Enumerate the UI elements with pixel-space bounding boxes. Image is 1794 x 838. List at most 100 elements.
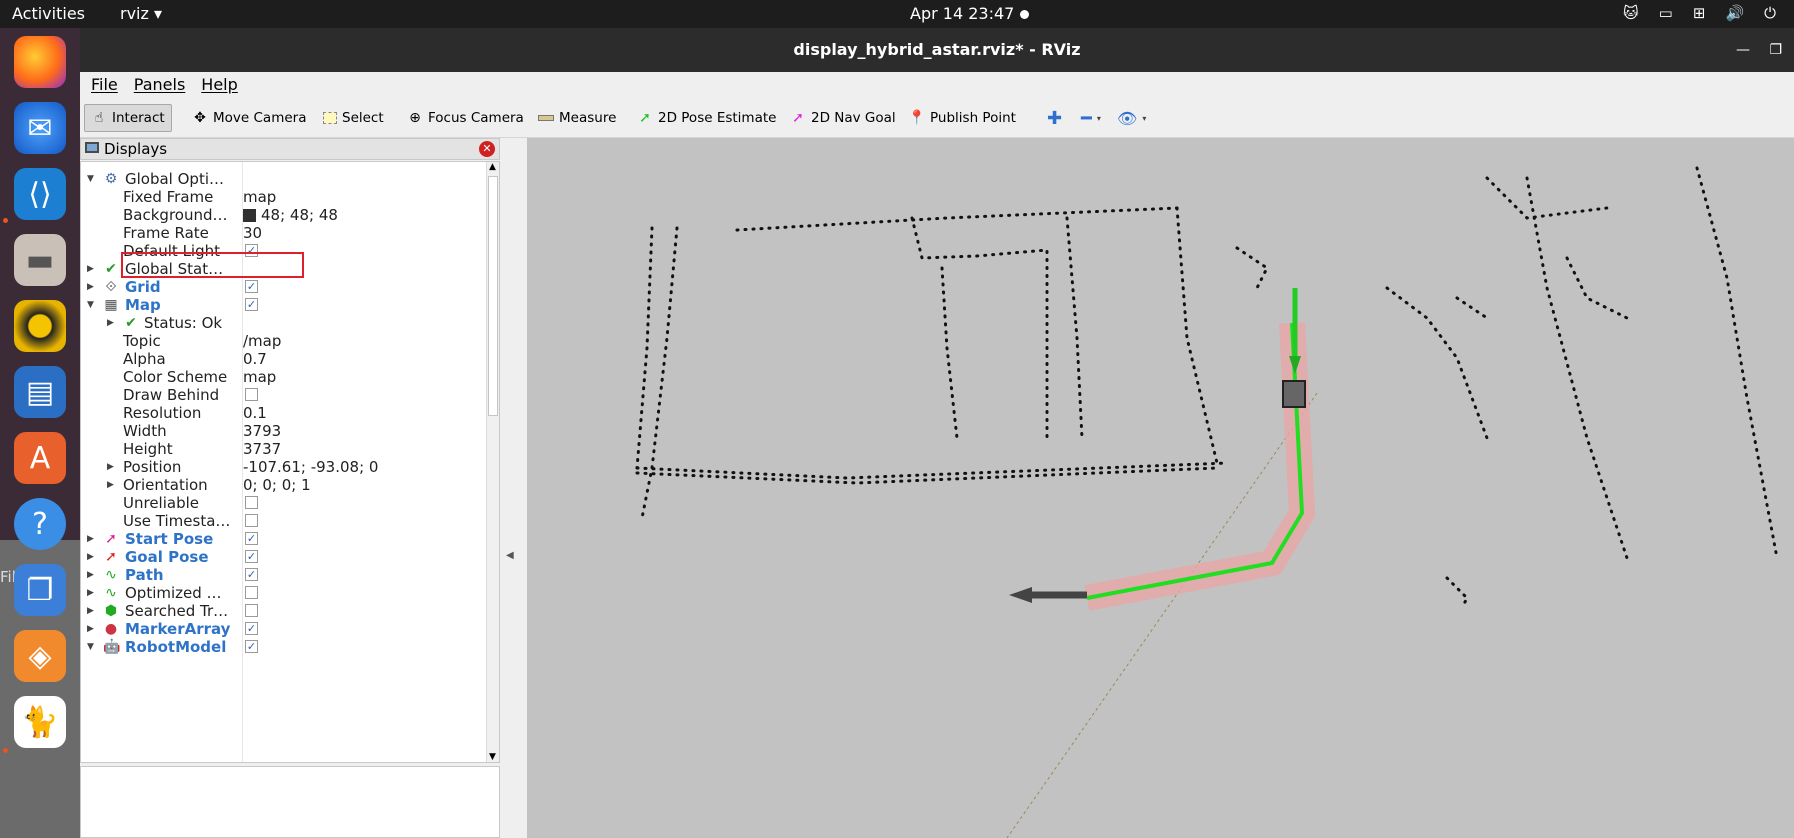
panel-splitter[interactable]: ◀ <box>500 138 520 838</box>
add-tool-button[interactable]: ✚ <box>1040 104 1069 132</box>
searched-tree-checkbox[interactable] <box>245 604 258 617</box>
expand-arrow-icon[interactable]: ▶ <box>87 529 97 549</box>
start-pose-checkbox[interactable]: ✓ <box>245 532 258 545</box>
tree-row-map-status[interactable]: ▶ ✔ Status: Ok <box>81 313 486 333</box>
thunderbird-icon[interactable]: ✉ <box>14 102 66 154</box>
menu-file[interactable]: File <box>91 72 118 98</box>
help-icon[interactable]: ? <box>14 498 66 550</box>
publish-point-tool-button[interactable]: 📍 Publish Point <box>902 104 1023 132</box>
optimized-path-checkbox[interactable] <box>245 586 258 599</box>
tree-row-searched-tree[interactable]: ▶ ⬢ Searched Tr… <box>81 601 486 621</box>
network-icon[interactable]: ⊞ <box>1693 4 1706 22</box>
expand-arrow-icon[interactable]: ▶ <box>87 583 97 603</box>
unreliable-checkbox[interactable] <box>245 496 258 509</box>
tree-row-width[interactable]: Width 3793 <box>81 421 486 441</box>
window-titlebar[interactable]: display_hybrid_astar.rviz* - RViz — ❐ <box>80 28 1794 72</box>
marker-array-checkbox[interactable]: ✓ <box>245 622 258 635</box>
tree-row-topic[interactable]: Topic /map <box>81 331 486 351</box>
activities-button[interactable]: Activities <box>12 4 85 23</box>
expand-arrow-icon[interactable]: ▶ <box>87 277 97 297</box>
gear-icon: ⚙ <box>104 171 118 187</box>
tree-row-height[interactable]: Height 3737 <box>81 439 486 459</box>
path-checkbox[interactable]: ✓ <box>245 568 258 581</box>
tree-row-goal-pose[interactable]: ▶ ➚ Goal Pose ✓ <box>81 547 486 567</box>
scroll-up-icon[interactable]: ▲ <box>489 162 496 172</box>
tree-row-robot-model[interactable]: ▼ 🤖 RobotModel ✓ <box>81 637 486 657</box>
draw-behind-checkbox[interactable] <box>245 388 258 401</box>
pose-estimate-tool-button[interactable]: ➚ 2D Pose Estimate <box>630 104 783 132</box>
collapse-arrow-icon[interactable]: ▼ <box>87 169 97 189</box>
clock[interactable]: Apr 14 23:47 <box>910 4 1014 23</box>
firefox-icon[interactable] <box>14 36 66 88</box>
expand-arrow-icon[interactable]: ▶ <box>87 601 97 621</box>
robot-model-checkbox[interactable]: ✓ <box>245 640 258 653</box>
vscode-icon[interactable]: ⟨⟩ <box>14 168 66 220</box>
workspace-icon[interactable]: ❐ <box>14 564 66 616</box>
move-camera-tool-button[interactable]: ✥ Move Camera <box>185 104 313 132</box>
system-tray[interactable]: 🐱 ▭ ⊞ 🔊 ⏻ <box>1623 4 1776 22</box>
remove-tool-button[interactable]: ━ ▾ <box>1074 104 1108 132</box>
property-description-panel <box>80 766 500 838</box>
tree-row-use-timestamp[interactable]: Use Timesta… <box>81 511 486 531</box>
expand-arrow-icon[interactable]: ▶ <box>107 475 117 495</box>
menu-panels[interactable]: Panels <box>134 72 186 98</box>
use-timestamp-checkbox[interactable] <box>245 514 258 527</box>
tree-row-map[interactable]: ▼ ▦ Map ✓ <box>81 295 486 315</box>
grid-checkbox[interactable]: ✓ <box>245 280 258 293</box>
tree-row-orientation[interactable]: ▶ Orientation 0; 0; 0; 1 <box>81 475 486 495</box>
close-icon[interactable]: ✕ <box>479 141 495 157</box>
tree-row-position[interactable]: ▶ Position -107.61; -93.08; 0 <box>81 457 486 477</box>
tree-row-fixed-frame[interactable]: Fixed Frame map <box>81 187 486 207</box>
tree-row-optimized-path[interactable]: ▶ ∿ Optimized … <box>81 583 486 603</box>
tree-row-global-options[interactable]: ▼ ⚙ Global Opti… <box>81 169 486 189</box>
robot-icon: 🤖 <box>103 639 121 655</box>
tree-row-alpha[interactable]: Alpha 0.7 <box>81 349 486 369</box>
collapse-arrow-icon[interactable]: ▼ <box>87 637 97 657</box>
tree-row-start-pose[interactable]: ▶ ➚ Start Pose ✓ <box>81 529 486 549</box>
measure-tool-button[interactable]: Measure <box>531 104 623 132</box>
map-checkbox[interactable]: ✓ <box>245 298 258 311</box>
scrollbar-thumb[interactable] <box>488 176 498 416</box>
keyboard-icon[interactable]: ▭ <box>1659 4 1673 22</box>
expand-arrow-icon[interactable]: ▶ <box>87 547 97 567</box>
tree-row-marker-array[interactable]: ▶ ● MarkerArray ✓ <box>81 619 486 639</box>
volume-icon[interactable]: 🔊 <box>1725 4 1744 22</box>
tree-row-frame-rate[interactable]: Frame Rate 30 <box>81 223 486 243</box>
goal-pose-checkbox[interactable]: ✓ <box>245 550 258 563</box>
tree-row-path[interactable]: ▶ ∿ Path ✓ <box>81 565 486 585</box>
expand-arrow-icon[interactable]: ▶ <box>87 565 97 585</box>
tree-row-background-color[interactable]: Background… 48; 48; 48 <box>81 205 486 225</box>
focus-camera-tool-button[interactable]: ⊕ Focus Camera <box>400 104 531 132</box>
expand-arrow-icon[interactable]: ▶ <box>107 313 117 333</box>
expand-arrow-icon[interactable]: ▶ <box>107 457 117 477</box>
layers-icon[interactable]: ◈ <box>14 630 66 682</box>
files-icon[interactable]: ▬ <box>14 234 66 286</box>
scroll-down-icon[interactable]: ▼ <box>489 752 496 762</box>
tree-row-grid[interactable]: ▶ ⟐ Grid ✓ <box>81 277 486 297</box>
tree-scrollbar[interactable]: ▲ ▼ <box>486 162 499 762</box>
libreoffice-writer-icon[interactable]: ▤ <box>14 366 66 418</box>
power-icon[interactable]: ⏻ <box>1764 4 1776 22</box>
tree-row-draw-behind[interactable]: Draw Behind <box>81 385 486 405</box>
collapse-arrow-icon[interactable]: ▼ <box>87 295 97 315</box>
3d-viewport[interactable] <box>527 138 1794 838</box>
tree-row-color-scheme[interactable]: Color Scheme map <box>81 367 486 387</box>
tree-row-unreliable[interactable]: Unreliable <box>81 493 486 513</box>
expand-arrow-icon[interactable]: ▶ <box>87 259 97 279</box>
view-tool-button[interactable]: 👁 ▾ <box>1110 104 1153 132</box>
cat-icon[interactable]: 🐈 <box>14 696 66 748</box>
expand-arrow-icon[interactable]: ▶ <box>87 619 97 639</box>
select-tool-button[interactable]: Select <box>316 104 391 132</box>
chevron-down-icon: ▾ <box>1142 113 1147 123</box>
minimize-icon[interactable]: — <box>1736 28 1750 72</box>
rhythmbox-icon[interactable] <box>14 300 66 352</box>
nav-goal-tool-button[interactable]: ➚ 2D Nav Goal <box>783 104 903 132</box>
app-menu[interactable]: rviz ▾ <box>120 4 162 23</box>
menu-help[interactable]: Help <box>201 72 237 98</box>
maximize-icon[interactable]: ❐ <box>1769 28 1782 72</box>
collapse-left-icon[interactable]: ◀ <box>506 550 514 561</box>
tree-row-resolution[interactable]: Resolution 0.1 <box>81 403 486 423</box>
app-center-icon[interactable]: A <box>14 432 66 484</box>
interact-tool-button[interactable]: ☝ Interact <box>84 104 172 132</box>
cat-icon[interactable]: 🐱 <box>1623 4 1639 22</box>
